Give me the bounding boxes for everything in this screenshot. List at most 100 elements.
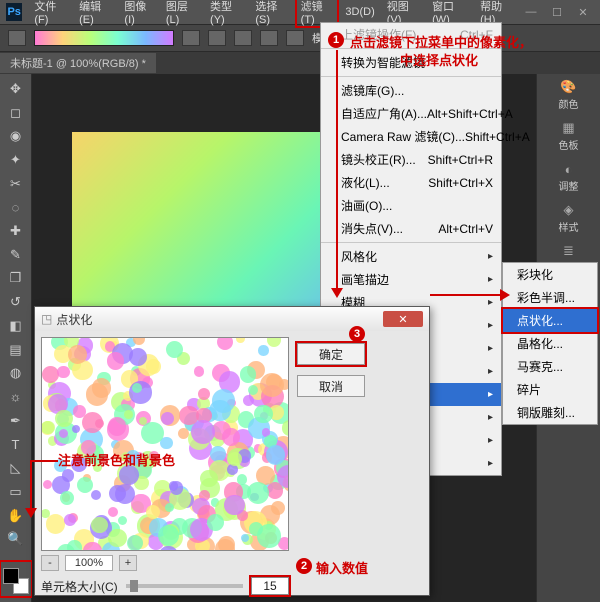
menu-edit[interactable]: 编辑(E) [73,0,118,28]
fg-bg-color[interactable] [3,568,29,594]
arrow-head-1 [331,288,343,298]
cell-size-label: 单元格大小(C) [41,578,118,595]
palette-icon: 🎨 [560,80,578,94]
menu-bar: Ps 文件(F) 编辑(E) 图像(I) 图层(L) 类型(Y) 选择(S) 滤… [0,0,600,24]
menu-image[interactable]: 图像(I) [118,0,159,28]
annotation-badge-1: 1 [328,32,344,48]
document-tab-bar: 未标题-1 @ 100%(RGB/8) * [0,52,600,74]
wand-tool-icon[interactable]: ✦ [5,149,27,171]
fg-bg-color-highlight [0,560,33,598]
adjust-icon: ◐ [560,162,578,176]
ok-button[interactable]: 确定 [297,343,365,365]
styles-icon: ◈ [560,203,578,217]
menu-select[interactable]: 选择(S) [249,0,294,28]
panel-swatches[interactable]: ▦色板 [559,121,579,152]
move-tool-icon[interactable]: ✥ [5,78,27,100]
gradient-type-angle[interactable] [234,30,252,46]
type-tool-icon[interactable]: T [5,434,27,456]
document-tab[interactable]: 未标题-1 @ 100%(RGB/8) * [0,53,156,73]
brush-tool-icon[interactable]: ✎ [5,244,27,266]
annotation-arrow-1 [336,50,338,290]
path-tool-icon[interactable]: ◺ [5,457,27,479]
pixelate-submenu: 彩块化 彩色半调... 点状化... 晶格化... 马赛克... 碎片 铜版雕刻… [502,262,598,425]
dialog-close-button[interactable]: ✕ [383,311,423,327]
zoom-value[interactable]: 100% [65,555,113,571]
filter-group-brush[interactable]: 画笔描边 [321,268,501,291]
foreground-color-swatch[interactable] [3,568,19,584]
pixelate-halftone[interactable]: 彩色半调... [503,286,597,309]
crop-tool-icon[interactable]: ✂ [5,173,27,195]
pixelate-mezzotint[interactable]: 铜版雕刻... [503,401,597,424]
annotation-text-2: 输入数值 [316,558,368,577]
marquee-tool-icon[interactable]: ◻ [5,102,27,124]
filter-oil[interactable]: 油画(O)... [321,194,501,217]
panel-color[interactable]: 🎨颜色 [559,80,579,111]
panel-styles[interactable]: ◈样式 [559,203,579,234]
pixelate-facet[interactable]: 晶格化... [503,332,597,355]
layers-icon: ≣ [560,244,578,258]
pen-tool-icon[interactable]: ✒ [5,410,27,432]
dialog-preview[interactable] [41,337,289,551]
pixelate-fragment[interactable]: 碎片 [503,378,597,401]
gradient-tool-icon[interactable]: ▤ [5,339,27,361]
gradient-swatch[interactable] [34,30,174,46]
arrow-head-3 [25,508,37,518]
shape-tool-icon[interactable]: ▭ [5,481,27,503]
maximize-icon[interactable]: ☐ [546,4,568,20]
healing-tool-icon[interactable]: ✚ [5,220,27,242]
close-icon[interactable]: ✕ [572,4,594,20]
slider-thumb[interactable] [130,580,138,592]
annotation-text-3: 注意前景色和背景色 [58,450,175,469]
cell-size-input[interactable]: 15 [251,577,289,595]
swatch-icon: ▦ [560,121,578,135]
pixelate-crystallize[interactable]: 彩块化 [503,263,597,286]
arrow-head-1b [500,289,510,301]
filter-cameraraw[interactable]: Camera Raw 滤镜(C)...Shift+Ctrl+A [321,125,501,148]
eraser-tool-icon[interactable]: ◧ [5,315,27,337]
annotation-badge-2: 2 [296,558,312,574]
annotation-arrow-3 [30,460,58,462]
filter-adaptive[interactable]: 自适应广角(A)...Alt+Shift+Ctrl+A [321,102,501,125]
zoom-out-button[interactable]: - [41,555,59,571]
menu-type[interactable]: 类型(Y) [204,0,249,28]
zoom-tool-icon[interactable]: 🔍 [5,528,27,550]
menu-file[interactable]: 文件(F) [28,0,73,28]
annotation-arrow-3b [30,460,32,510]
window-controls: — ☐ ✕ [520,4,594,20]
pixelate-pointillize[interactable]: 点状化... [503,309,597,332]
stamp-tool-icon[interactable]: ❐ [5,268,27,290]
zoom-in-button[interactable]: + [119,555,137,571]
menu-layer[interactable]: 图层(L) [160,0,204,28]
gradient-type-linear[interactable] [182,30,200,46]
dodge-tool-icon[interactable]: ☼ [5,386,27,408]
annotation-text-1b: 中选择点状化 [400,50,478,69]
gradient-type-diamond[interactable] [286,30,304,46]
pixelate-mosaic[interactable]: 马赛克... [503,355,597,378]
annotation-arrow-1b [430,294,502,296]
panel-adjustments[interactable]: ◐调整 [559,162,579,193]
cancel-button[interactable]: 取消 [297,375,365,397]
filter-group-stylize[interactable]: 风格化 [321,245,501,268]
filter-lens[interactable]: 镜头校正(R)...Shift+Ctrl+R [321,148,501,171]
hand-tool-icon[interactable]: ✋ [5,505,27,527]
cell-size-slider[interactable] [126,584,243,588]
annotation-text-1a: 点击滤镜下拉菜单中的像素化， [350,32,532,51]
filter-vanish[interactable]: 消失点(V)...Alt+Ctrl+V [321,217,501,240]
menu-3d[interactable]: 3D(D) [339,4,380,20]
dialog-icon: ◳ [41,312,52,326]
gradient-type-reflected[interactable] [260,30,278,46]
tools-panel: ✥ ◻ ◉ ✦ ✂ ◌ ✚ ✎ ❐ ↺ ◧ ▤ ◍ ☼ ✒ T ◺ ▭ ✋ 🔍 [0,74,32,602]
annotation-badge-3: 3 [349,326,365,342]
lasso-tool-icon[interactable]: ◉ [5,125,27,147]
minimize-icon[interactable]: — [520,4,542,20]
filter-gallery[interactable]: 滤镜库(G)... [321,79,501,102]
tool-preset-icon[interactable] [8,30,26,46]
gradient-type-radial[interactable] [208,30,226,46]
eyedropper-tool-icon[interactable]: ◌ [5,197,27,219]
history-brush-icon[interactable]: ↺ [5,291,27,313]
blur-tool-icon[interactable]: ◍ [5,362,27,384]
filter-liquify[interactable]: 液化(L)...Shift+Ctrl+X [321,171,501,194]
app-icon: Ps [6,3,22,21]
dialog-title: 点状化 [56,311,92,328]
dialog-titlebar[interactable]: ◳ 点状化 ✕ [35,307,429,331]
